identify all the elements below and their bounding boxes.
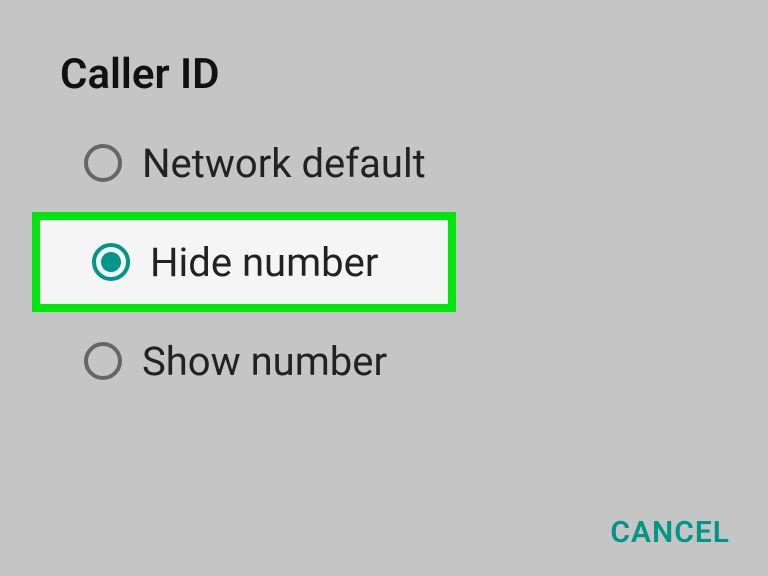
radio-icon: [82, 142, 124, 184]
cancel-button[interactable]: CANCEL: [610, 515, 730, 550]
option-hide-number[interactable]: Hide number: [32, 212, 456, 312]
option-show-number[interactable]: Show number: [78, 318, 578, 404]
option-label: Hide number: [150, 239, 378, 286]
radio-icon: [90, 241, 132, 283]
dialog-title: Caller ID: [60, 50, 219, 99]
dialog-actions: CANCEL: [610, 515, 730, 550]
radio-icon: [82, 340, 124, 382]
option-label: Network default: [142, 140, 426, 187]
option-label: Show number: [142, 338, 387, 385]
option-network-default[interactable]: Network default: [78, 120, 578, 206]
radio-group-caller-id: Network default Hide number Show number: [78, 120, 578, 404]
